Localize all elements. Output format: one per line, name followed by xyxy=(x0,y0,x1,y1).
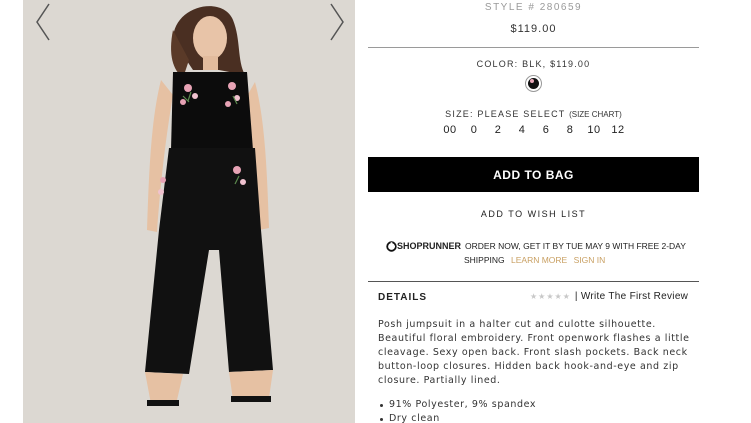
swatch-fill xyxy=(528,78,539,89)
size-label: SIZE: PLEASE SELECT (SIZE CHART) xyxy=(368,109,699,119)
star-rating-icon: ★★★★★ xyxy=(530,292,571,301)
size-selector: 00 0 2 4 6 8 10 12 xyxy=(438,124,630,136)
list-item: 91% Polyester, 9% spandex xyxy=(378,398,694,412)
divider xyxy=(368,281,699,282)
size-option-6[interactable]: 6 xyxy=(534,124,558,136)
product-description: Posh jumpsuit in a halter cut and culott… xyxy=(378,319,690,386)
shoprunner-message: ORDER NOW, GET IT BY TUE MAY 9 WITH FREE… xyxy=(465,241,686,251)
color-label: COLOR: BLK, $119.00 xyxy=(476,59,591,69)
size-option-00[interactable]: 00 xyxy=(438,124,462,136)
shoprunner-message-cont: SHIPPING xyxy=(464,255,505,265)
size-option-2[interactable]: 2 xyxy=(486,124,510,136)
learn-more-link[interactable]: LEARN MORE xyxy=(511,255,567,265)
size-chart-link[interactable]: (SIZE CHART) xyxy=(569,110,622,119)
size-option-4[interactable]: 4 xyxy=(510,124,534,136)
size-prompt: SIZE: PLEASE SELECT xyxy=(445,109,566,119)
shoprunner-logo-text: SHOPRUNNER xyxy=(397,241,462,251)
list-item: Dry clean xyxy=(378,412,694,423)
swatch-flower xyxy=(530,79,534,83)
chevron-left-icon[interactable] xyxy=(31,0,55,44)
product-image-gallery[interactable] xyxy=(23,0,355,423)
black-floral-swatch[interactable] xyxy=(525,75,542,92)
size-option-8[interactable]: 8 xyxy=(558,124,582,136)
model-in-black-jumpsuit-image xyxy=(145,6,273,406)
details-heading: DETAILS xyxy=(378,292,428,303)
add-to-wish-list-link[interactable]: ADD TO WISH LIST xyxy=(368,209,699,219)
sign-in-link[interactable]: SIGN IN xyxy=(574,255,606,265)
product-price: $119.00 xyxy=(510,23,557,35)
size-option-0[interactable]: 0 xyxy=(462,124,486,136)
style-number: STYLE # 280659 xyxy=(484,2,583,13)
size-option-10[interactable]: 10 xyxy=(582,124,606,136)
rating-summary: ★★★★★ | Write The First Review xyxy=(530,291,688,302)
size-option-12[interactable]: 12 xyxy=(606,124,630,136)
shoprunner-logo: SHOPRUNNER xyxy=(386,239,461,253)
chevron-right-icon[interactable] xyxy=(325,0,349,44)
divider xyxy=(368,47,699,48)
product-specs-list: 91% Polyester, 9% spandex Dry clean xyxy=(378,398,694,423)
shoprunner-logo-icon xyxy=(386,240,397,252)
write-review-link[interactable]: | Write The First Review xyxy=(575,291,688,302)
add-to-bag-button[interactable]: ADD TO BAG xyxy=(368,157,699,192)
shoprunner-banner: SHOPRUNNER ORDER NOW, GET IT BY TUE MAY … xyxy=(386,239,686,267)
